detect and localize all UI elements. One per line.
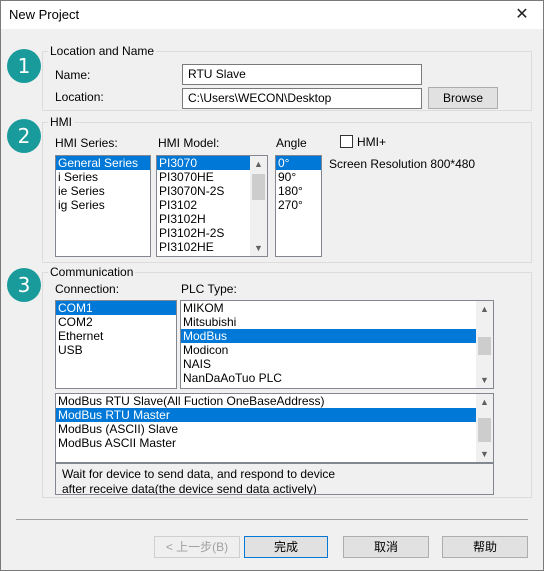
protocol-description: Wait for device to send data, and respon… [55, 463, 494, 495]
plc-scrollbar[interactable]: ▲ ▼ [476, 301, 493, 388]
hmi-plus-label: HMI+ [357, 135, 387, 149]
step-badge-1: 1 [7, 49, 41, 83]
hmi-series-list[interactable]: General Series i Series ie Series ig Ser… [55, 155, 151, 257]
communication-title: Communication [48, 265, 136, 279]
hmi-model-label: HMI Model: [158, 136, 220, 150]
browse-button[interactable]: Browse [428, 87, 498, 109]
scroll-down-arrow-icon[interactable]: ▼ [250, 240, 267, 256]
list-item[interactable]: i Series [56, 170, 150, 184]
protocol-list[interactable]: ModBus RTU Slave(All Fuction OneBaseAddr… [55, 393, 494, 463]
list-item[interactable]: ModBus RTU Master [56, 408, 476, 422]
finish-button[interactable]: 完成 [244, 536, 328, 558]
scroll-up-arrow-icon[interactable]: ▲ [476, 394, 493, 410]
previous-button[interactable]: < 上一步(B) [154, 536, 240, 558]
list-item[interactable]: 270° [276, 198, 321, 212]
hmi-plus-checkbox[interactable] [340, 135, 353, 148]
list-item[interactable]: 90° [276, 170, 321, 184]
model-scrollbar[interactable]: ▲ ▼ [250, 156, 267, 256]
list-item[interactable]: 0° [276, 156, 321, 170]
scroll-up-arrow-icon[interactable]: ▲ [250, 156, 267, 172]
new-project-dialog: New Project ✕ 1 Location and Name Name: … [0, 0, 544, 571]
plc-type-list[interactable]: MIKOM Mitsubishi ModBus Modicon NAIS Nan… [180, 300, 494, 389]
connection-label: Connection: [55, 282, 120, 296]
list-item[interactable]: General Series [56, 156, 150, 170]
scroll-up-arrow-icon[interactable]: ▲ [476, 301, 493, 317]
footer-separator [16, 519, 528, 520]
scroll-thumb[interactable] [478, 418, 491, 442]
scroll-down-arrow-icon[interactable]: ▼ [476, 372, 493, 388]
scroll-down-arrow-icon[interactable]: ▼ [476, 446, 493, 462]
list-item[interactable]: Modicon [181, 343, 493, 357]
step-badge-3: 3 [7, 268, 41, 302]
angle-label: Angle [276, 136, 307, 150]
list-item[interactable]: ie Series [56, 184, 150, 198]
plc-type-label: PLC Type: [181, 282, 237, 296]
location-field[interactable]: C:\Users\WECON\Desktop [182, 88, 422, 109]
cancel-button[interactable]: 取消 [343, 536, 429, 558]
list-item[interactable]: Ethernet [56, 329, 176, 343]
window-title: New Project [9, 7, 80, 22]
name-field[interactable]: RTU Slave [182, 64, 422, 85]
step-badge-2: 2 [7, 119, 41, 153]
list-item[interactable]: ModBus [181, 329, 476, 343]
list-item[interactable]: MIKOM [181, 301, 493, 315]
scroll-thumb[interactable] [478, 337, 491, 355]
location-label: Location: [55, 90, 104, 104]
list-item[interactable]: NanDaAoTuo PLC [181, 371, 493, 385]
list-item[interactable]: COM1 [56, 301, 176, 315]
list-item[interactable]: ModBus (ASCII) Slave [56, 422, 493, 436]
connection-list[interactable]: COM1 COM2 Ethernet USB [55, 300, 177, 389]
name-label: Name: [55, 68, 91, 82]
title-bar: New Project ✕ [1, 1, 543, 29]
close-icon[interactable]: ✕ [505, 3, 539, 27]
list-item[interactable]: ModBus RTU Slave(All Fuction OneBaseAddr… [56, 394, 493, 408]
location-name-title: Location and Name [48, 44, 157, 58]
description-line-2: after receive data(the device send data … [62, 482, 317, 495]
hmi-model-list[interactable]: PI3070 PI3070HE PI3070N-2S PI3102 PI3102… [156, 155, 268, 257]
list-item[interactable]: Mitsubishi [181, 315, 493, 329]
screen-resolution-text: Screen Resolution 800*480 [329, 157, 476, 171]
hmi-title: HMI [48, 115, 74, 129]
help-button[interactable]: 帮助 [442, 536, 528, 558]
scroll-thumb[interactable] [252, 174, 265, 200]
list-item[interactable]: ModBus ASCII Master [56, 436, 493, 450]
list-item[interactable]: USB [56, 343, 176, 357]
list-item[interactable]: ig Series [56, 198, 150, 212]
list-item[interactable]: NAIS [181, 357, 493, 371]
hmi-series-label: HMI Series: [55, 136, 118, 150]
list-item[interactable]: 180° [276, 184, 321, 198]
list-item[interactable]: COM2 [56, 315, 176, 329]
angle-list[interactable]: 0° 90° 180° 270° [275, 155, 322, 257]
protocol-scrollbar[interactable]: ▲ ▼ [476, 394, 493, 462]
description-line-1: Wait for device to send data, and respon… [62, 467, 336, 481]
